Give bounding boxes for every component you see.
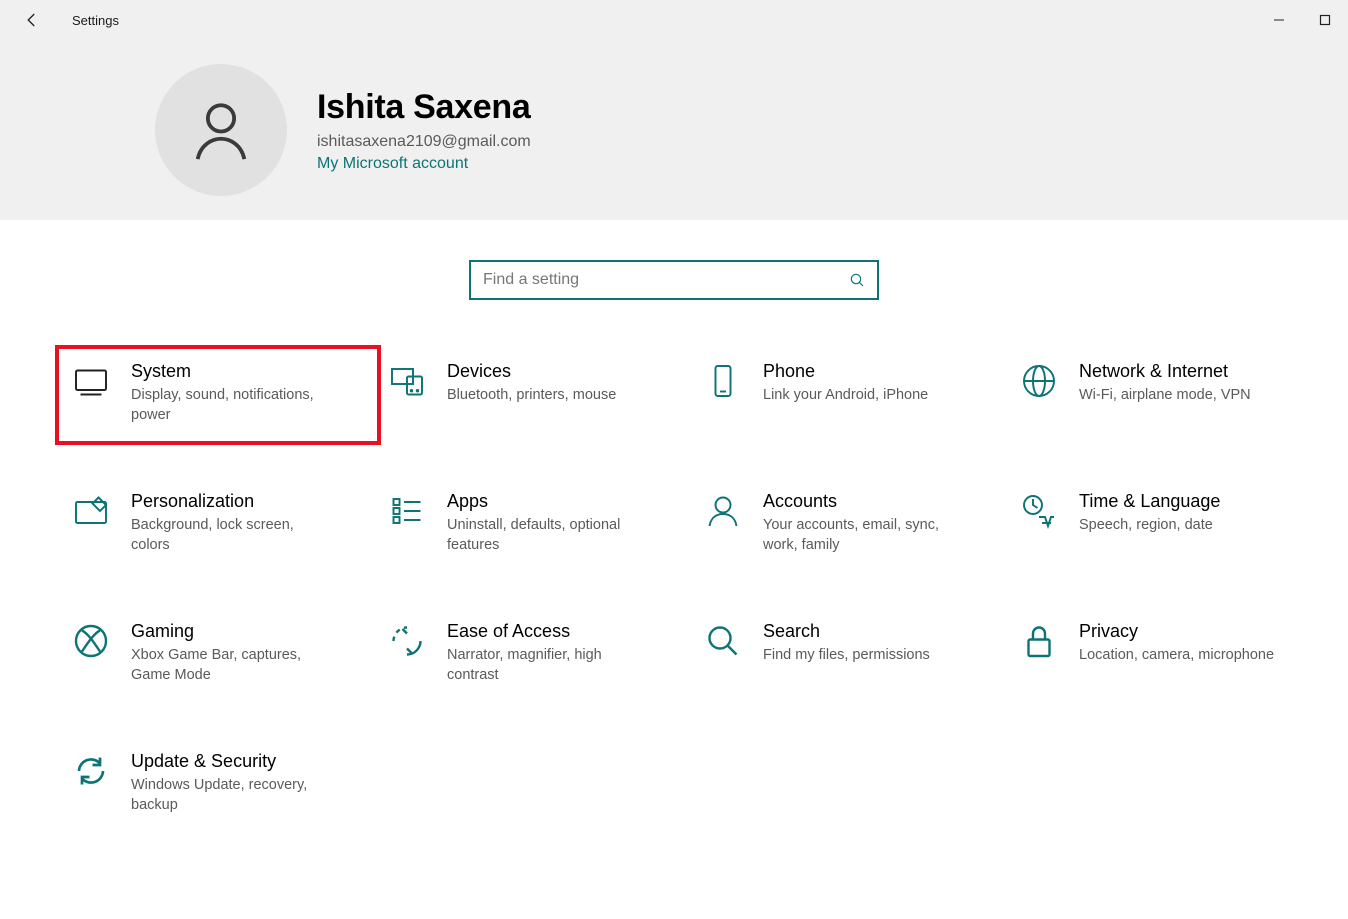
- window-title: Settings: [72, 13, 119, 28]
- devices-icon: [387, 361, 427, 401]
- tile-desc: Your accounts, email, sync, work, family: [763, 516, 967, 555]
- tile-apps[interactable]: Apps Uninstall, defaults, optional featu…: [381, 485, 687, 565]
- tile-desc: Speech, region, date: [1079, 516, 1283, 536]
- tile-update-security[interactable]: Update & Security Windows Update, recove…: [65, 745, 371, 825]
- tile-desc: Windows Update, recovery, backup: [131, 776, 335, 815]
- tile-system[interactable]: System Display, sound, notifications, po…: [65, 355, 371, 435]
- search-box[interactable]: [469, 260, 879, 300]
- tile-desc: Bluetooth, printers, mouse: [447, 386, 651, 406]
- tile-gaming[interactable]: Gaming Xbox Game Bar, captures, Game Mod…: [65, 615, 371, 695]
- search-input[interactable]: [483, 271, 849, 289]
- tile-desc: Uninstall, defaults, optional features: [447, 516, 651, 555]
- tile-desc: Find my files, permissions: [763, 646, 967, 666]
- tile-desc: Link your Android, iPhone: [763, 386, 967, 406]
- tile-accounts[interactable]: Accounts Your accounts, email, sync, wor…: [697, 485, 1003, 565]
- display-icon: [71, 361, 111, 401]
- tile-desc: Narrator, magnifier, high contrast: [447, 646, 651, 685]
- tile-title: Gaming: [131, 621, 335, 642]
- microsoft-account-link[interactable]: My Microsoft account: [317, 155, 531, 173]
- person-icon: [186, 95, 256, 165]
- magnifier-icon: [703, 621, 743, 661]
- lock-icon: [1019, 621, 1059, 661]
- apps-icon: [387, 491, 427, 531]
- phone-icon: [703, 361, 743, 401]
- avatar[interactable]: [155, 64, 287, 196]
- minimize-icon: [1273, 14, 1285, 26]
- maximize-button[interactable]: [1302, 0, 1348, 40]
- tile-title: Phone: [763, 361, 967, 382]
- tile-personalization[interactable]: Personalization Background, lock screen,…: [65, 485, 371, 565]
- person-outline-icon: [703, 491, 743, 531]
- user-info: Ishita Saxena ishitasaxena2109@gmail.com…: [317, 88, 531, 173]
- user-email: ishitasaxena2109@gmail.com: [317, 133, 531, 151]
- titlebar: Settings: [0, 0, 1348, 40]
- tile-time-language[interactable]: Time & Language Speech, region, date: [1013, 485, 1319, 565]
- user-name: Ishita Saxena: [317, 88, 531, 127]
- tile-title: Accounts: [763, 491, 967, 512]
- tile-desc: Location, camera, microphone: [1079, 646, 1283, 666]
- tile-title: Devices: [447, 361, 651, 382]
- tile-title: Ease of Access: [447, 621, 651, 642]
- tile-title: System: [131, 361, 335, 382]
- tile-title: Network & Internet: [1079, 361, 1283, 382]
- tile-network[interactable]: Network & Internet Wi-Fi, airplane mode,…: [1013, 355, 1319, 435]
- paint-icon: [71, 491, 111, 531]
- minimize-button[interactable]: [1256, 0, 1302, 40]
- categories-grid: System Display, sound, notifications, po…: [29, 355, 1319, 825]
- maximize-icon: [1319, 14, 1331, 26]
- tile-title: Update & Security: [131, 751, 335, 772]
- tile-devices[interactable]: Devices Bluetooth, printers, mouse: [381, 355, 687, 435]
- tile-desc: Wi-Fi, airplane mode, VPN: [1079, 386, 1283, 406]
- header: Ishita Saxena ishitasaxena2109@gmail.com…: [0, 40, 1348, 220]
- tile-ease-of-access[interactable]: Ease of Access Narrator, magnifier, high…: [381, 615, 687, 695]
- tile-desc: Background, lock screen, colors: [131, 516, 335, 555]
- tile-title: Search: [763, 621, 967, 642]
- update-icon: [71, 751, 111, 791]
- tile-desc: Display, sound, notifications, power: [131, 386, 335, 425]
- tile-phone[interactable]: Phone Link your Android, iPhone: [697, 355, 1003, 435]
- tile-privacy[interactable]: Privacy Location, camera, microphone: [1013, 615, 1319, 695]
- back-button[interactable]: [12, 0, 52, 40]
- tile-search[interactable]: Search Find my files, permissions: [697, 615, 1003, 695]
- globe-icon: [1019, 361, 1059, 401]
- xbox-icon: [71, 621, 111, 661]
- arrow-left-icon: [23, 11, 41, 29]
- tile-title: Apps: [447, 491, 651, 512]
- search-icon: [849, 272, 865, 288]
- tile-title: Personalization: [131, 491, 335, 512]
- tile-title: Privacy: [1079, 621, 1283, 642]
- ease-of-access-icon: [387, 621, 427, 661]
- window-controls: [1256, 0, 1348, 40]
- time-language-icon: [1019, 491, 1059, 531]
- tile-desc: Xbox Game Bar, captures, Game Mode: [131, 646, 335, 685]
- tile-title: Time & Language: [1079, 491, 1283, 512]
